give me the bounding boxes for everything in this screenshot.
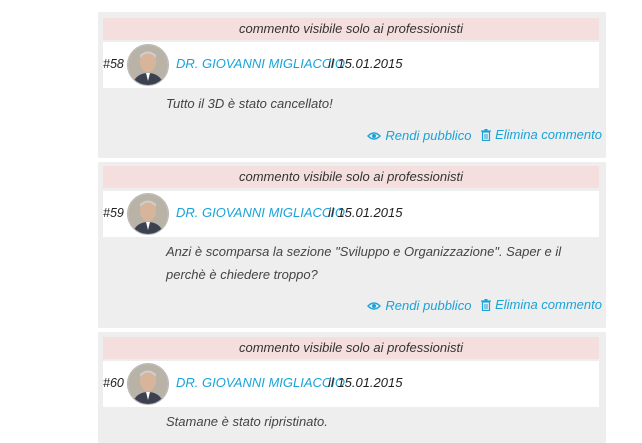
avatar xyxy=(127,363,169,405)
comment-card: commento visibile solo ai professionisti… xyxy=(98,332,606,443)
comment-number: #60 xyxy=(103,376,124,390)
visibility-banner: commento visibile solo ai professionisti xyxy=(103,18,599,40)
comment-date: il 15.01.2015 xyxy=(328,375,403,390)
author-link[interactable]: DR. GIOVANNI MIGLIACCIO xyxy=(176,205,345,220)
eye-icon xyxy=(367,301,382,310)
visibility-banner: commento visibile solo ai professionisti xyxy=(103,337,599,359)
avatar xyxy=(127,44,169,86)
comment-card: commento visibile solo ai professionisti… xyxy=(98,12,606,158)
delete-comment-button[interactable]: Elimina commento xyxy=(481,127,602,142)
comment-actions: Rendi pubblico Elimina commento xyxy=(361,297,602,314)
make-public-button[interactable]: Rendi pubblico xyxy=(367,298,471,313)
visibility-banner: commento visibile solo ai professionisti xyxy=(103,166,599,188)
author-link[interactable]: DR. GIOVANNI MIGLIACCIO xyxy=(176,56,345,71)
comment-header: #60 DR. GIOVANNI MIGLIACCIO il 15.01.201… xyxy=(103,361,599,407)
make-public-label: Rendi pubblico xyxy=(385,298,472,313)
comment-number: #59 xyxy=(103,206,124,220)
comment-date: il 15.01.2015 xyxy=(328,56,403,71)
delete-comment-label: Elimina commento xyxy=(495,297,602,312)
make-public-label: Rendi pubblico xyxy=(385,128,472,143)
comment-text: Anzi è scomparsa la sezione "Sviluppo e … xyxy=(166,244,562,282)
avatar xyxy=(127,193,169,235)
delete-comment-button[interactable]: Elimina commento xyxy=(481,297,602,312)
comment-header: #58 DR. GIOVANNI MIGLIACCIO il 15.01.201… xyxy=(103,42,599,88)
comment-header: #59 DR. GIOVANNI MIGLIACCIO il 15.01.201… xyxy=(103,191,599,237)
comment-date: il 15.01.2015 xyxy=(328,205,403,220)
comment-text: Tutto il 3D è stato cancellato! xyxy=(166,96,333,111)
comment-card: commento visibile solo ai professionisti… xyxy=(98,162,606,328)
comment-text: Stamane è stato ripristinato. xyxy=(166,414,328,429)
delete-comment-label: Elimina commento xyxy=(495,127,602,142)
author-link[interactable]: DR. GIOVANNI MIGLIACCIO xyxy=(176,375,345,390)
eye-icon xyxy=(367,131,382,140)
comment-number: #58 xyxy=(103,57,124,71)
trash-icon xyxy=(481,128,492,141)
comment-actions: Rendi pubblico Elimina commento xyxy=(361,127,602,144)
trash-icon xyxy=(481,298,492,311)
make-public-button[interactable]: Rendi pubblico xyxy=(367,128,471,143)
